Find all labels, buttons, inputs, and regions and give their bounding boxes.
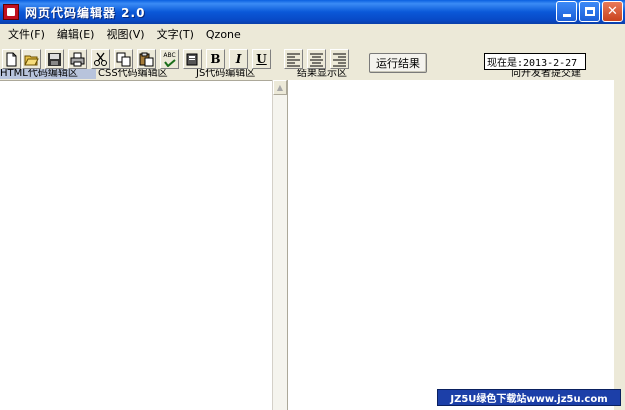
maximize-button[interactable] <box>579 1 600 22</box>
css-editor-label: CSS代码编辑区 <box>98 69 168 79</box>
feedback-link[interactable]: 向开发者提交建 <box>511 69 581 79</box>
html-editor-label: HTML代码编辑区 <box>0 69 96 79</box>
scroll-up-button[interactable]: ▲ <box>273 80 287 95</box>
menu-text[interactable]: 文字(T) <box>151 26 200 42</box>
menu-qzone[interactable]: Qzone <box>200 28 247 41</box>
watermark-badge: JZ5U绿色下载站www.jz5u.com <box>437 389 621 406</box>
new-file-button[interactable] <box>2 49 21 69</box>
open-button[interactable] <box>22 49 41 69</box>
save-button[interactable] <box>45 49 64 69</box>
window-title: 网页代码编辑器 2.0 <box>25 5 146 20</box>
menu-view[interactable]: 视图(V) <box>100 26 150 42</box>
print-icon <box>70 52 85 66</box>
editor-scrollbar[interactable]: ▲ <box>272 80 287 410</box>
align-right-button[interactable] <box>330 49 349 69</box>
bold-button[interactable]: B <box>206 49 225 69</box>
print-button[interactable] <box>68 49 87 69</box>
result-area-label: 结果显示区 <box>297 69 347 79</box>
title-bar: 网页代码编辑器 2.0 ✕ <box>0 0 625 24</box>
open-folder-icon <box>24 55 39 65</box>
underline-button[interactable]: U <box>252 49 271 69</box>
result-display-pane <box>287 80 614 410</box>
maximize-icon <box>584 7 595 16</box>
align-left-icon <box>287 53 300 66</box>
code-editor-pane[interactable] <box>0 80 272 410</box>
italic-button[interactable]: I <box>229 49 248 69</box>
new-file-icon <box>6 52 17 66</box>
minimize-button[interactable] <box>556 1 577 22</box>
cut-scissors-icon <box>94 52 107 66</box>
date-display: 现在是:2013-2-27 <box>484 53 586 70</box>
close-icon: ✕ <box>607 4 618 19</box>
copy-button[interactable] <box>114 49 133 69</box>
find-button[interactable] <box>183 49 202 69</box>
menu-bar: 文件(F) 编辑(E) 视图(V) 文字(T) Qzone <box>0 24 625 44</box>
paste-icon <box>139 52 154 66</box>
find-icon <box>186 53 198 65</box>
spellcheck-text: ABC <box>163 51 176 59</box>
app-icon <box>3 4 19 20</box>
copy-icon <box>116 52 131 66</box>
menu-edit[interactable]: 编辑(E) <box>51 26 101 42</box>
cut-button[interactable] <box>91 49 110 69</box>
section-labels: HTML代码编辑区 CSS代码编辑区 JS代码编辑区 结果显示区 向开发者提交建 <box>0 69 625 80</box>
align-left-button[interactable] <box>284 49 303 69</box>
align-center-button[interactable] <box>307 49 326 69</box>
menu-file[interactable]: 文件(F) <box>2 26 51 42</box>
minimize-icon <box>562 14 571 17</box>
spellcheck-icon <box>164 58 176 67</box>
align-right-icon <box>333 53 346 66</box>
paste-button[interactable] <box>137 49 156 69</box>
js-editor-label: JS代码编辑区 <box>196 69 256 79</box>
align-center-icon <box>310 53 323 66</box>
close-button[interactable]: ✕ <box>602 1 623 22</box>
arrow-up-icon: ▲ <box>276 83 284 92</box>
spellcheck-button[interactable]: ABC <box>160 49 179 69</box>
window-right-edge <box>614 80 625 410</box>
save-disk-icon <box>48 52 61 66</box>
